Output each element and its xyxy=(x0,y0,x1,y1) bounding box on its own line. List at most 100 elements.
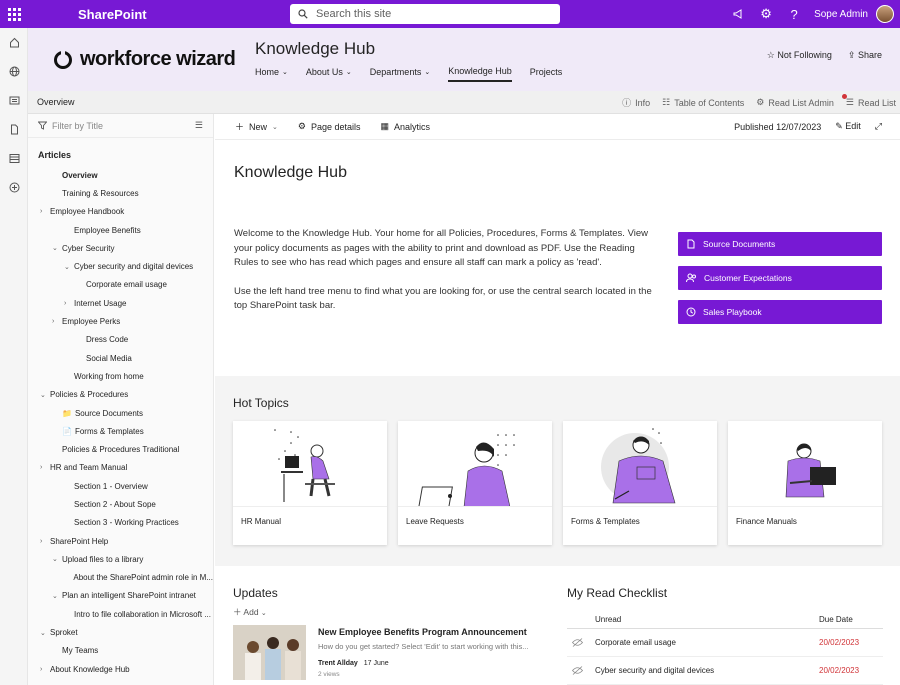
nav-item-projects[interactable]: Projects xyxy=(530,66,563,82)
globe-icon[interactable] xyxy=(0,57,28,85)
nav-item-departments[interactable]: Departments ⌄ xyxy=(370,66,430,82)
tree-item[interactable]: › SharePoint Help xyxy=(28,532,213,550)
nav-item-about-us[interactable]: About Us ⌄ xyxy=(306,66,352,82)
tree-item[interactable]: › About Knowledge Hub xyxy=(28,660,213,678)
chevron-right-icon[interactable]: › xyxy=(52,318,62,325)
read-list-button[interactable]: ☰ Read List xyxy=(841,94,896,108)
edit-button[interactable]: ✎ Edit xyxy=(835,121,861,132)
avatar[interactable] xyxy=(876,5,894,23)
tree-items: Overview Training & Resources › Employee Ha… xyxy=(28,166,213,678)
tree-item[interactable]: ⌄ Upload files to a library xyxy=(28,550,213,568)
home-icon[interactable] xyxy=(0,28,28,56)
column-due-date[interactable]: Due Date xyxy=(819,615,883,624)
tree-item[interactable]: Dress Code xyxy=(28,331,213,349)
chevron-right-icon[interactable]: › xyxy=(40,538,50,545)
checklist-item-title[interactable]: Corporate email usage xyxy=(595,638,819,647)
hot-topic-card[interactable]: Forms & Templates xyxy=(563,421,717,545)
analytics-button[interactable]: ▦ Analytics xyxy=(381,121,431,132)
hot-topic-card[interactable]: Finance Manuals xyxy=(728,421,882,545)
tree-item[interactable]: Training & Resources xyxy=(28,184,213,202)
nav-item-knowledge-hub[interactable]: Knowledge Hub xyxy=(448,66,512,82)
read-list-admin-button[interactable]: ⚙ Read List Admin xyxy=(756,97,834,108)
chevron-right-icon[interactable]: › xyxy=(40,208,50,215)
megaphone-icon[interactable] xyxy=(724,8,752,20)
hot-topic-card[interactable]: HR Manual xyxy=(233,421,387,545)
tree-item[interactable]: › Employee Handbook xyxy=(28,203,213,221)
chevron-down-icon[interactable]: ⌄ xyxy=(52,592,62,600)
tree-item[interactable]: Section 3 - Working Practices xyxy=(28,514,213,532)
add-news-button[interactable]: ＋ Add ⌄ xyxy=(233,606,267,618)
document-icon xyxy=(686,239,696,249)
tree-item-label: Intro to file collaboration in Microsoft… xyxy=(74,609,211,619)
tree-item[interactable]: Employee Benefits xyxy=(28,221,213,239)
chevron-down-icon[interactable]: ⌄ xyxy=(64,263,74,271)
tree-item[interactable]: Corporate email usage xyxy=(28,276,213,294)
tree-item[interactable]: ⌄ Policies & Procedures xyxy=(28,386,213,404)
column-unread[interactable]: Unread xyxy=(595,615,819,624)
gear-icon[interactable]: ⚙ xyxy=(752,6,780,22)
chevron-right-icon[interactable]: › xyxy=(64,300,74,307)
table-row[interactable]: Corporate email usage 20/02/2023 xyxy=(567,629,883,657)
tree-item[interactable]: Section 1 - Overview xyxy=(28,477,213,495)
tree-item[interactable]: My Teams xyxy=(28,642,213,660)
chevron-right-icon[interactable]: › xyxy=(40,666,50,673)
app-name[interactable]: SharePoint xyxy=(78,7,147,22)
tree-menu-icon[interactable]: ☰ xyxy=(195,120,203,131)
chevron-down-icon[interactable]: ⌄ xyxy=(40,391,50,399)
news-title[interactable]: New Employee Benefits Program Announceme… xyxy=(318,627,527,637)
tree-item[interactable]: Overview xyxy=(28,166,213,184)
tree-item[interactable]: Intro to file collaboration in Microsoft… xyxy=(28,605,213,623)
news-icon[interactable] xyxy=(0,86,28,114)
tree-item-label: Source Documents xyxy=(74,408,143,418)
chevron-right-icon[interactable]: › xyxy=(40,464,50,471)
news-thumbnail[interactable] xyxy=(233,625,306,680)
news-author[interactable]: Trent Allday xyxy=(318,660,358,667)
follow-button[interactable]: ☆ Not Following xyxy=(767,50,832,61)
tree-item[interactable]: Section 2 - About Sope xyxy=(28,495,213,513)
site-header: workforce wizard Knowledge Hub Home ⌄ Abou… xyxy=(28,28,900,91)
quick-link-button[interactable]: Source Documents xyxy=(678,232,882,256)
quick-link-button[interactable]: Customer Expectations xyxy=(678,266,882,290)
add-icon[interactable] xyxy=(0,173,28,201)
tree-item[interactable]: ⌄ Plan an intelligent SharePoint intranet xyxy=(28,587,213,605)
site-title[interactable]: Knowledge Hub xyxy=(255,39,375,59)
tree-item[interactable]: › Employee Perks xyxy=(28,312,213,330)
hot-topic-card[interactable]: Leave Requests xyxy=(398,421,552,545)
tree-item[interactable]: › Internet Usage xyxy=(28,294,213,312)
expand-icon[interactable]: ⤢ xyxy=(875,121,882,132)
share-button[interactable]: ⇪ Share xyxy=(848,50,882,61)
filter-box[interactable]: Filter by Title ☰ xyxy=(28,114,213,138)
page-details-button[interactable]: ⚙ Page details xyxy=(298,121,361,132)
toc-button[interactable]: ☷ Table of Contents xyxy=(662,97,744,108)
tree-item[interactable]: › HR and Team Manual xyxy=(28,459,213,477)
app-launcher-button[interactable] xyxy=(0,0,28,28)
chevron-down-icon[interactable]: ⌄ xyxy=(40,629,50,637)
tree-item[interactable]: 📁 Source Documents xyxy=(28,404,213,422)
tree-item[interactable]: About the SharePoint admin role in M... xyxy=(28,569,213,587)
checklist-item-title[interactable]: Cyber security and digital devices xyxy=(595,666,819,675)
user-name[interactable]: Sope Admin xyxy=(814,9,868,20)
tree-item[interactable]: Working from home xyxy=(28,367,213,385)
tree-item[interactable]: 📄 Forms & Templates xyxy=(28,422,213,440)
help-icon[interactable]: ? xyxy=(780,7,808,22)
tree-item[interactable]: ⌄ Sproket xyxy=(28,623,213,641)
tree-item[interactable]: Policies & Procedures Traditional xyxy=(28,440,213,458)
tree-item-label: Upload files to a library xyxy=(62,554,144,564)
search-box[interactable]: Search this site xyxy=(290,4,560,24)
tree-item[interactable]: ⌄ Cyber security and digital devices xyxy=(28,257,213,275)
chevron-down-icon[interactable]: ⌄ xyxy=(52,555,62,563)
tree-item[interactable]: ⌄ Cyber Security xyxy=(28,239,213,257)
table-row[interactable]: Cyber security and digital devices 20/02/… xyxy=(567,657,883,685)
read-checklist-table: Unread Due Date Corporate email usage 20/… xyxy=(567,611,883,685)
tree-item-label: Dress Code xyxy=(86,335,129,345)
nav-item-home[interactable]: Home ⌄ xyxy=(255,66,288,82)
chevron-down-icon[interactable]: ⌄ xyxy=(52,244,62,252)
new-button[interactable]: ＋ New ⌄ xyxy=(235,120,278,133)
list-icon[interactable] xyxy=(0,144,28,172)
info-button[interactable]: ⓘ Info xyxy=(622,96,650,109)
quick-link-button[interactable]: Sales Playbook xyxy=(678,300,882,324)
file-icon[interactable] xyxy=(0,115,28,143)
share-label: Share xyxy=(857,50,882,60)
site-logo[interactable]: workforce wizard xyxy=(54,48,236,71)
tree-item[interactable]: Social Media xyxy=(28,349,213,367)
